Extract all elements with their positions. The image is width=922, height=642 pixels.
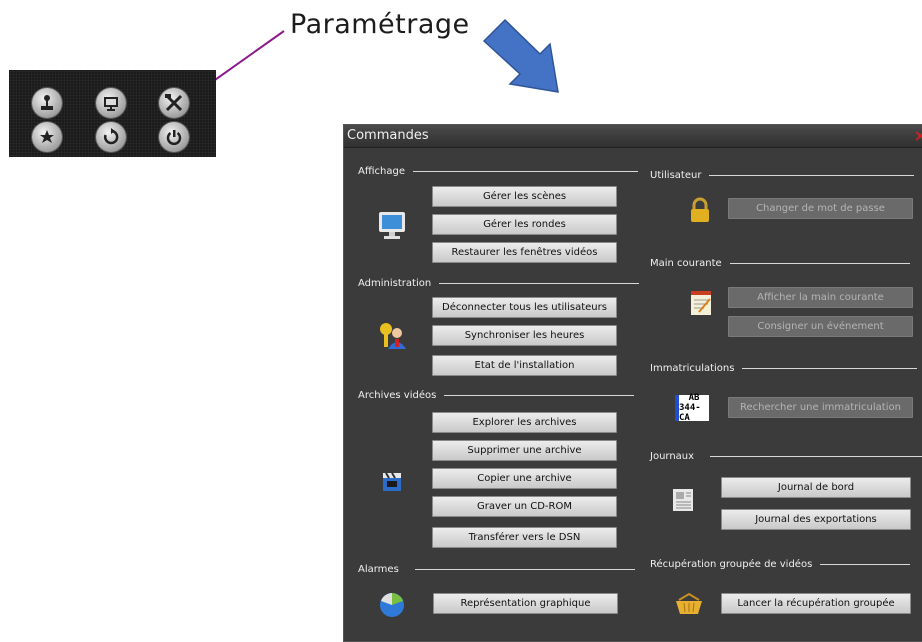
tools-icon[interactable] [159,88,189,118]
changer-mot-de-passe-button[interactable]: Changer de mot de passe [728,198,913,219]
joystick-icon[interactable] [32,88,62,118]
newspaper-icon [669,486,697,514]
parametrage-annotation: Paramétrage [290,9,470,40]
lancer-recuperation-button[interactable]: Lancer la récupération groupée [721,593,911,614]
basket-icon [674,591,704,617]
section-title: Main courante [650,258,722,269]
etat-installation-button[interactable]: Etat de l'installation [432,355,617,376]
section-divider [439,283,640,284]
journal-de-bord-button[interactable]: Journal de bord [721,477,911,498]
section-divider [444,395,635,396]
section-divider [412,171,638,172]
section-recuperation: Récupération groupée de vidéos [650,559,911,570]
supprimer-archive-button[interactable]: Supprimer une archive [432,440,617,461]
section-title: Affichage [358,166,405,177]
synchroniser-heures-button[interactable]: Synchroniser les heures [432,325,617,346]
gerer-rondes-button[interactable]: Gérer les rondes [432,214,617,235]
section-title: Administration [358,278,432,289]
restaurer-fenetres-button[interactable]: Restaurer les fenêtres vidéos [432,242,617,263]
copier-archive-button[interactable]: Copier une archive [432,468,617,489]
section-divider [710,456,922,457]
monitor-icon[interactable] [96,88,126,118]
deconnecter-utilisateurs-button[interactable]: Déconnecter tous les utilisateurs [432,297,617,318]
main-toolbar [9,70,216,157]
section-title: Immatriculations [650,363,735,374]
license-plate-icon: AB 344-CA [675,393,709,423]
graver-cdrom-button[interactable]: Graver un CD-ROM [432,496,617,517]
rechercher-immatriculation-button[interactable]: Rechercher une immatriculation [728,397,913,418]
notepad-icon [688,289,714,317]
section-title: Journaux [650,451,695,462]
section-divider [729,263,910,264]
section-title: Archives vidéos [358,390,437,401]
plate-line-1: AB [688,393,700,403]
section-title: Alarmes [358,564,399,575]
plate-line-2: 344-CA [679,403,701,423]
monitor-icon [378,211,406,241]
section-affichage: Affichage [358,166,638,177]
transferer-dsn-button[interactable]: Transférer vers le DSN [432,527,617,548]
section-utilisateur: Utilisateur [650,170,915,181]
journal-exportations-button[interactable]: Journal des exportations [721,509,911,530]
section-title: Utilisateur [650,170,702,181]
power-icon[interactable] [159,122,189,152]
padlock-icon [688,196,712,224]
pie-chart-icon [378,591,406,619]
section-divider [742,368,918,369]
blue-pointer-arrow [482,18,559,93]
dialog-titlebar: Commandes × [344,125,922,148]
section-administration: Administration [358,278,640,289]
gerer-scenes-button[interactable]: Gérer les scènes [432,186,617,207]
section-immatriculations: Immatriculations [650,363,918,374]
commandes-dialog: Commandes × Affichage Gérer les scènes G… [343,124,922,642]
explorer-archives-button[interactable]: Explorer les archives [432,412,617,433]
section-archives: Archives vidéos [358,390,635,401]
section-title: Récupération groupée de vidéos [650,559,813,570]
refresh-icon[interactable] [96,122,126,152]
star-icon[interactable] [32,122,62,152]
section-divider [709,175,915,176]
afficher-main-courante-button[interactable]: Afficher la main courante [728,287,913,308]
dialog-title: Commandes [347,128,429,143]
section-divider [820,564,911,565]
section-journaux: Journaux [650,451,922,462]
film-clapper-icon [378,470,406,494]
close-icon[interactable]: × [914,126,922,145]
consigner-evenement-button[interactable]: Consigner un événement [728,316,913,337]
section-alarmes: Alarmes [358,564,635,575]
user-key-icon [378,321,406,349]
representation-graphique-button[interactable]: Représentation graphique [433,593,618,614]
section-main-courante: Main courante [650,258,910,269]
section-divider [414,569,635,570]
